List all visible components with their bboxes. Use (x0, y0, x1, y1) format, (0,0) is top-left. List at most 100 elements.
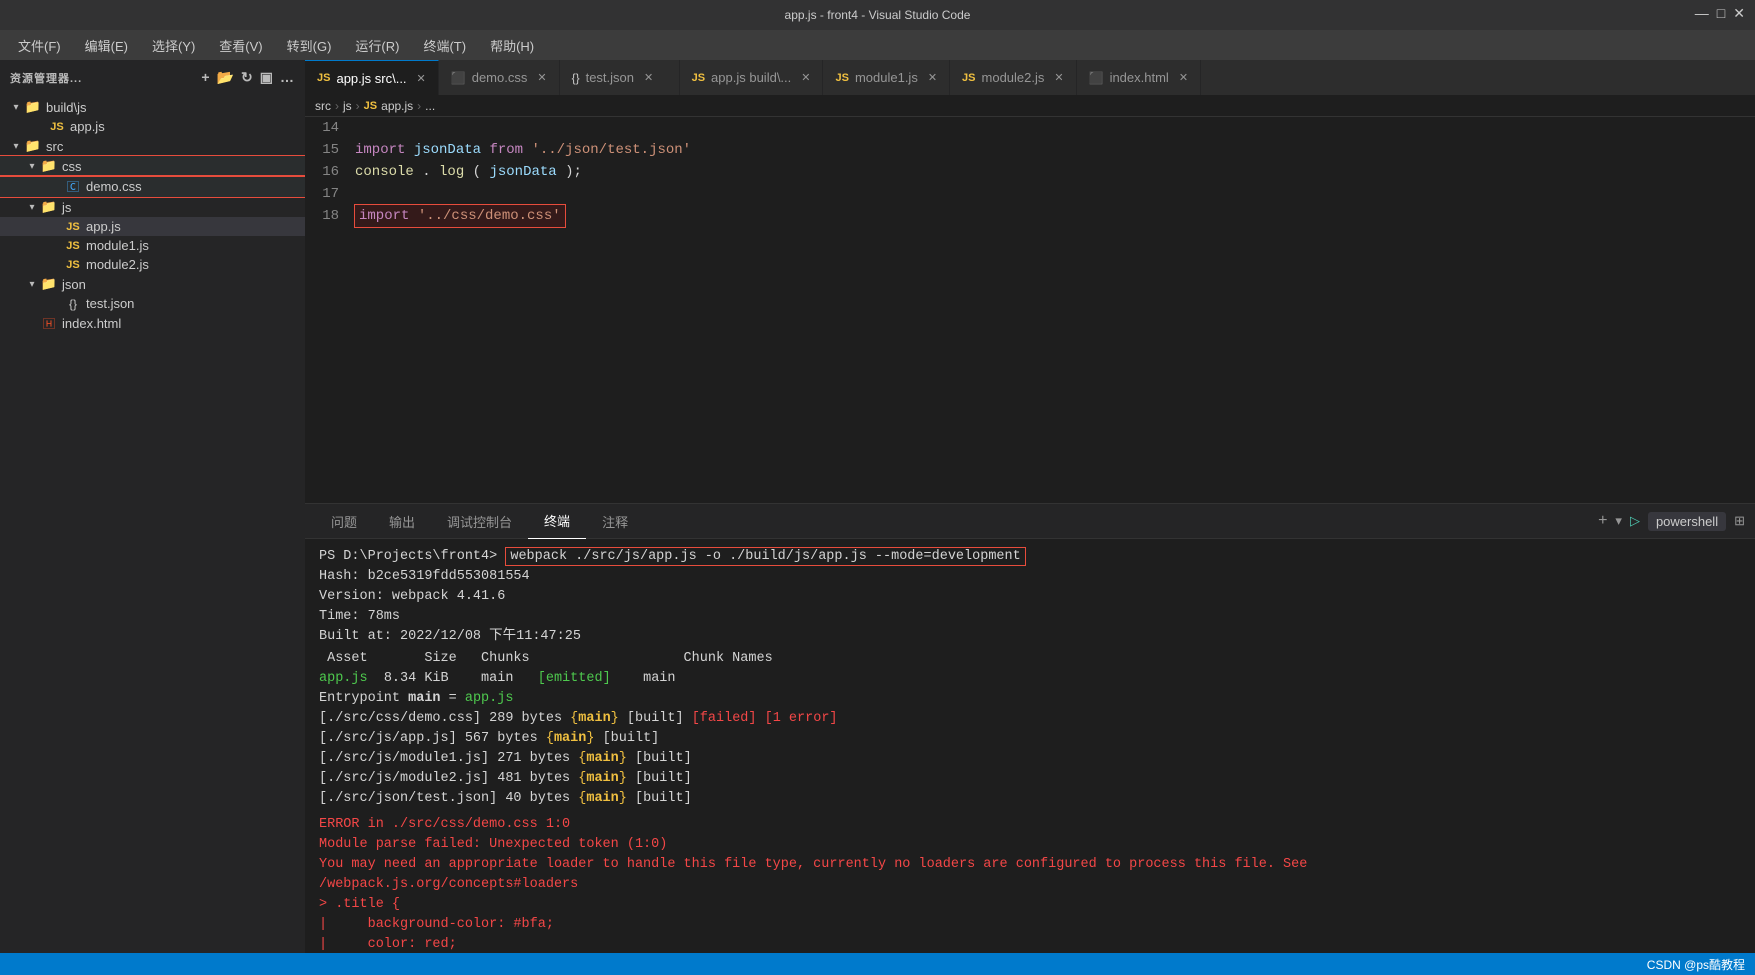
tree-label-build: build\js (46, 100, 86, 115)
tab-module1js[interactable]: JS module1.js ✕ (823, 60, 950, 95)
tab-close-module2[interactable]: ✕ (1054, 71, 1063, 84)
tree-item-json-folder[interactable]: ▾ 📁 json (0, 274, 305, 294)
terminal-tab-comments[interactable]: 注释 (586, 504, 644, 539)
line-num-18: 18 (305, 205, 355, 227)
term-error-code1: > .title { (319, 895, 1741, 915)
tree-label-testjson: test.json (86, 296, 134, 311)
string-css-path: '../css/demo.css' (418, 208, 561, 224)
tree-item-build-folder[interactable]: ▾ 📁 build\js (0, 97, 305, 117)
term-module-module1: [./src/js/module1.js] 271 bytes {main} [… (319, 749, 1741, 769)
tab-democss[interactable]: ⬛ demo.css ✕ (439, 60, 560, 95)
tab-close-indexhtml[interactable]: ✕ (1179, 71, 1188, 84)
menubar: 文件(F) 编辑(E) 选择(Y) 查看(V) 转到(G) 运行(R) 终端(T… (0, 30, 1755, 60)
tab-close-democss[interactable]: ✕ (537, 71, 546, 84)
tab-testjson[interactable]: {} test.json ✕ (560, 60, 680, 95)
term-error-code2: | background-color: #bfa; (319, 915, 1741, 935)
js-icon-module2: JS (64, 259, 82, 271)
term-module-module2: [./src/js/module2.js] 481 bytes {main} [… (319, 769, 1741, 789)
terminal-layout-icon[interactable]: ⊞ (1734, 513, 1745, 529)
file-tree: ▾ 📁 build\js JS app.js ▾ 📁 src ▾ (0, 95, 305, 953)
term-error-code3: | color: red; (319, 935, 1741, 953)
tree-item-css-folder[interactable]: ▾ 📁 css (0, 156, 305, 176)
tree-item-src-appjs[interactable]: JS app.js (0, 217, 305, 236)
tree-item-testjson[interactable]: {} test.json (0, 294, 305, 313)
terminal-panel: 问题 输出 调试控制台 终端 注释 + ▾ ▷ powershell ⊞ PS … (305, 503, 1755, 953)
collapse-icon[interactable]: ▣ (260, 69, 274, 86)
term-hash-text: Hash: b2ce5319fdd553081554 (319, 569, 530, 584)
term-error-msg2: You may need an appropriate loader to ha… (319, 855, 1741, 875)
json-icon-testjson: {} (64, 297, 82, 311)
tab-close-testjson[interactable]: ✕ (644, 71, 653, 84)
term-module-appjs-text: [./src/js/app.js] 567 bytes (319, 731, 546, 746)
breadcrumb-dots[interactable]: ... (425, 99, 435, 113)
tab-label-appjs-build: app.js build\... (711, 70, 791, 85)
new-folder-icon[interactable]: 📂 (217, 69, 235, 86)
menu-edit[interactable]: 编辑(E) (75, 32, 138, 59)
keyword-import2: import (359, 208, 418, 224)
tree-label-democss: demo.css (86, 179, 142, 194)
tree-item-module2js[interactable]: JS module2.js (0, 255, 305, 274)
tab-close-module1[interactable]: ✕ (928, 71, 937, 84)
menu-run[interactable]: 运行(R) (345, 32, 409, 59)
breadcrumb-appjs[interactable]: app.js (381, 99, 413, 113)
tab-icon-js-appjs: JS (317, 72, 330, 84)
js-icon-build-appjs: JS (48, 121, 66, 133)
menu-goto[interactable]: 转到(G) (277, 32, 342, 59)
menu-view[interactable]: 查看(V) (209, 32, 272, 59)
tree-item-build-appjs[interactable]: JS app.js (0, 117, 305, 136)
folder-icon-src: 📁 (24, 138, 42, 154)
menu-file[interactable]: 文件(F) (8, 32, 71, 59)
terminal-tab-debug[interactable]: 调试控制台 (431, 504, 528, 539)
maximize-icon[interactable]: □ (1717, 5, 1725, 22)
terminal-add-icon[interactable]: + (1598, 512, 1607, 530)
tab-appjs[interactable]: JS app.js src\... ✕ (305, 60, 439, 95)
tab-appjs-build[interactable]: JS app.js build\... ✕ (680, 60, 824, 95)
var-jsondata2: jsonData (489, 164, 556, 180)
tab-indexhtml[interactable]: ⬛ index.html ✕ (1077, 60, 1201, 95)
term-module-main-2: {main} (546, 731, 595, 746)
tree-label-src: src (46, 139, 63, 154)
minimize-icon[interactable]: — (1695, 5, 1709, 22)
refresh-icon[interactable]: ↻ (241, 69, 254, 86)
js-icon-module1: JS (64, 240, 82, 252)
new-file-icon[interactable]: + (201, 69, 210, 86)
tree-arrow-build: ▾ (8, 102, 24, 113)
terminal-shell-label[interactable]: powershell (1648, 512, 1726, 531)
content-area: JS app.js src\... ✕ ⬛ demo.css ✕ {} test… (305, 60, 1755, 953)
terminal-dropdown-icon[interactable]: ▾ (1615, 513, 1622, 529)
menu-terminal[interactable]: 终端(T) (413, 32, 476, 59)
tab-close-appjs-build[interactable]: ✕ (801, 71, 810, 84)
term-asset-size: 8.34 KiB main (376, 671, 530, 686)
tab-module2js[interactable]: JS module2.js ✕ (950, 60, 1077, 95)
folder-icon-build: 📁 (24, 99, 42, 115)
menu-select[interactable]: 选择(Y) (142, 32, 205, 59)
terminal-run-icon[interactable]: ▷ (1630, 513, 1640, 529)
tree-item-democss[interactable]: 🄲 demo.css (0, 176, 305, 197)
breadcrumb-js[interactable]: js (343, 99, 352, 113)
terminal-tab-problems[interactable]: 问题 (315, 504, 373, 539)
func-console: console (355, 164, 414, 180)
breadcrumb: src › js › JS app.js › ... (305, 95, 1755, 117)
breadcrumb-src[interactable]: src (315, 99, 331, 113)
tree-item-module1js[interactable]: JS module1.js (0, 236, 305, 255)
code-line-17: 17 (305, 183, 1755, 205)
tree-item-src-folder[interactable]: ▾ 📁 src (0, 136, 305, 156)
terminal-tab-output[interactable]: 输出 (373, 504, 431, 539)
term-entrypoint-main: main (408, 691, 440, 706)
term-builtat-text: Built at: 2022/12/08 下午11:47:25 (319, 629, 581, 644)
folder-icon-json: 📁 (40, 276, 58, 292)
tree-item-js-folder[interactable]: ▾ 📁 js (0, 197, 305, 217)
menu-help[interactable]: 帮助(H) (480, 32, 544, 59)
term-module-module1-status: [built] (635, 751, 692, 766)
more-icon[interactable]: … (280, 69, 295, 86)
tree-item-indexhtml[interactable]: 🄷 index.html (0, 313, 305, 334)
tab-icon-json-testjson: {} (572, 71, 580, 85)
tree-label-js: js (62, 200, 71, 215)
keyword-from: from (489, 142, 531, 158)
tab-close-appjs[interactable]: ✕ (417, 72, 426, 85)
line-num-17: 17 (305, 183, 355, 205)
terminal-tab-terminal[interactable]: 终端 (528, 504, 586, 539)
plain-close: ); (565, 164, 582, 180)
close-icon[interactable]: ✕ (1733, 5, 1745, 22)
tab-icon-js-module2: JS (962, 72, 975, 84)
